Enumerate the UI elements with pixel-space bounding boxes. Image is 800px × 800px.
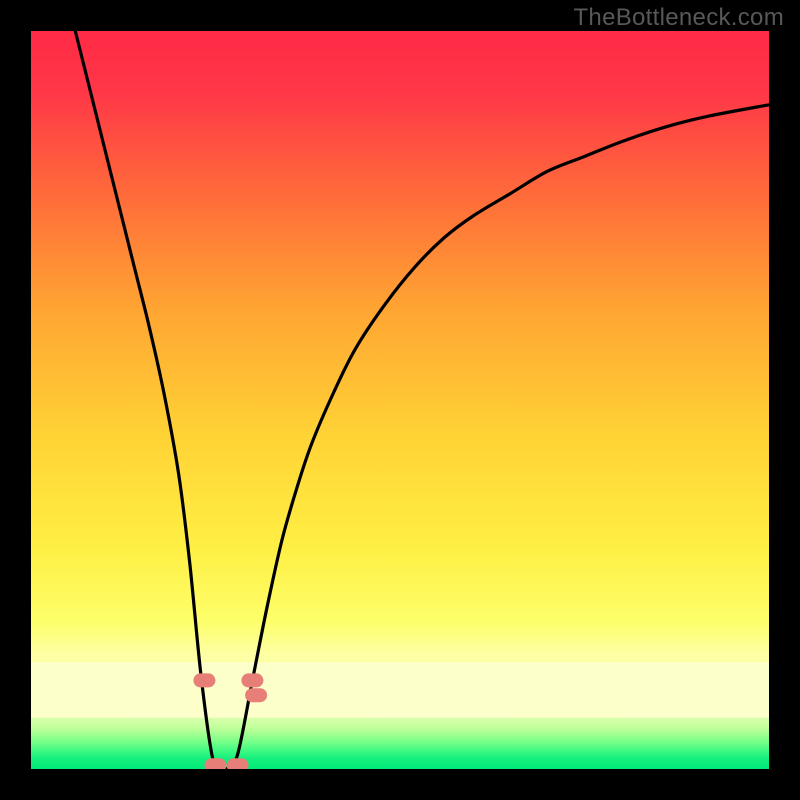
dip-right-marker-2 (245, 688, 267, 702)
bottom-marker-1 (205, 758, 227, 769)
plot-area (31, 31, 769, 769)
gradient-background (31, 31, 769, 769)
dip-left-marker (193, 673, 215, 687)
watermark-text: TheBottleneck.com (573, 4, 784, 32)
dip-right-marker (241, 673, 263, 687)
chart-frame: TheBottleneck.com (0, 0, 800, 800)
plot-svg (31, 31, 769, 769)
bottom-marker-2 (227, 758, 249, 769)
